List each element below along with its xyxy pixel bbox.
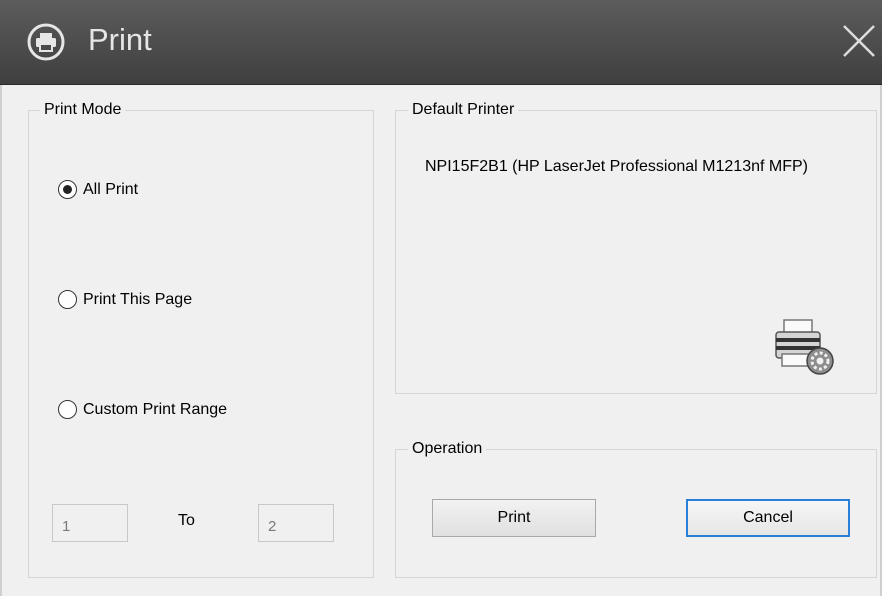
operation-label: Operation <box>408 440 487 458</box>
radio-circle[interactable] <box>58 290 77 309</box>
radio-circle[interactable] <box>58 400 77 419</box>
radio-print-this-page[interactable]: Print This Page <box>58 290 192 309</box>
radio-all-print[interactable]: All Print <box>58 180 138 199</box>
radio-selected-dot <box>63 185 72 194</box>
range-to-input[interactable]: 2 <box>258 504 334 542</box>
printer-settings-icon[interactable] <box>770 316 840 378</box>
radio-circle[interactable] <box>58 180 77 199</box>
print-button[interactable]: Print <box>432 499 596 537</box>
close-icon[interactable] <box>838 22 878 62</box>
window-title: Print <box>88 22 152 57</box>
cancel-button[interactable]: Cancel <box>686 499 850 537</box>
default-printer-label: Default Printer <box>408 101 519 119</box>
printer-icon <box>27 23 65 61</box>
range-to-label: To <box>178 512 195 529</box>
print-mode-label: Print Mode <box>40 101 126 119</box>
radio-custom-print-range-label: Custom Print Range <box>83 400 228 418</box>
radio-print-this-page-label: Print This Page <box>83 290 193 308</box>
radio-all-print-label: All Print <box>83 180 139 198</box>
title-bar: Print <box>0 0 882 85</box>
range-from-input[interactable]: 1 <box>52 504 128 542</box>
window-border-left <box>0 85 2 596</box>
radio-custom-print-range[interactable]: Custom Print Range <box>58 400 227 419</box>
printer-name: NPI15F2B1 (HP LaserJet Professional M121… <box>425 158 808 175</box>
